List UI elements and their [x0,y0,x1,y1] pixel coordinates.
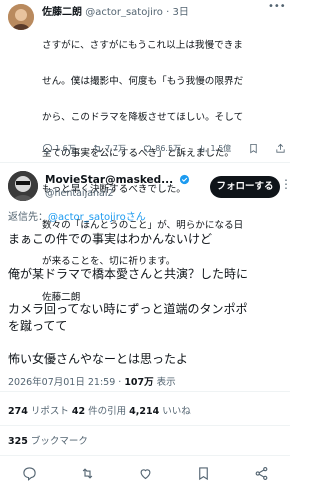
like-button[interactable] [138,466,153,485]
quoted-share-button[interactable] [275,143,286,154]
quote-count[interactable]: 42 [72,406,85,417]
divider [0,425,290,426]
quoted-line: せん。僕は撮影中、何度も「もう我慢の限界だ [42,76,244,87]
divider [0,391,290,392]
tweet-text-line: カメラ回ってない時にずっと道端のタンポポ [8,302,248,316]
bookmark-stats: 325 ブックマーク [8,433,88,447]
verified-badge-icon [179,174,190,185]
tweet-text-line: を蹴ってて [8,319,68,333]
reply-to-handle-link[interactable]: @actor_satojiro [48,212,126,223]
quoted-tweet[interactable]: 佐藤二朗 @actor_satojiro · 3日 ••• さすがに、さすがにも… [0,0,290,303]
bookmark-icon [198,466,208,480]
reply-button[interactable] [22,466,37,485]
reply-to-prefix: 返信先： [8,212,48,223]
heart-icon [140,468,150,479]
like-label[interactable]: いいね [159,406,191,417]
bookmark-button[interactable] [196,466,211,485]
quoted-like-count: 86.5万 [155,143,182,153]
share-button[interactable] [254,466,269,485]
quoted-bookmark-button[interactable] [248,143,259,154]
action-bar [0,463,290,487]
bookmark-label: ブックマーク [27,436,88,447]
quoted-reply-count: 1.6万 [55,143,76,153]
author-handle[interactable]: @hentaijanai2 [45,188,114,199]
author-row: MovieStar@masked... @hentaijanai2 フォローする… [0,163,292,207]
like-count[interactable]: 4,214 [129,406,159,417]
bookmark-count: 325 [8,436,28,447]
retweet-icon [94,144,102,152]
quoted-retweet-count: 7.7万 [105,143,126,153]
quoted-author-avatar[interactable] [8,4,34,30]
engagement-stats: 274 リポスト 42 件の引用 4,214 いいね [8,403,191,417]
quoted-line: から、このドラマを降板させてほしい。そして [42,112,244,123]
reply-icon [42,143,53,154]
view-count: 107万 [124,377,154,388]
tweet-text-line: 怖い女優さんやなーとは思ったよ [8,352,189,366]
quoted-views-button[interactable]: 1.5億 [197,143,231,154]
replying-to: 返信先：@actor_satojiroさん [8,208,146,223]
views-label: 表示 [153,377,176,388]
tweet-text-line: まぁこの件での事実はわかんないけど [8,232,213,246]
share-icon [276,143,285,153]
retweet-button[interactable] [80,466,95,485]
bookmark-icon [249,143,257,153]
timestamp-text: 2026年07月01日 21:59 · [8,377,125,388]
divider [0,455,290,456]
quoted-line: さすがに、さすがにもうこれ以上は我慢できま [42,40,243,51]
quoted-views-count: 1.5億 [210,143,232,153]
quoted-reply-button[interactable]: 1.6万 [42,143,76,154]
views-chart-icon [199,144,208,152]
reply-to-suffix: さん [125,212,146,223]
follow-button[interactable]: フォローする [210,176,280,198]
heart-icon [144,144,152,153]
more-icon[interactable]: ••• [268,1,286,13]
quote-label[interactable]: 件の引用 [85,406,129,417]
retweet-count[interactable]: 274 [8,406,28,417]
quoted-header: 佐藤二朗 @actor_satojiro · 3日 [42,7,189,17]
tweet-text-line: 俺が某ドラマで橋本愛さんと共演？した時に [8,267,249,281]
quoted-actions: 1.6万 7.7万 86.5万 1.5億 [42,141,286,155]
more-options-icon[interactable]: ⋮ [280,176,292,192]
quoted-retweet-button[interactable]: 7.7万 [92,143,126,154]
retweet-label[interactable]: リポスト [28,406,72,417]
author-display-name[interactable]: MovieStar@masked... [45,174,173,186]
retweet-icon [82,467,92,479]
quoted-like-button[interactable]: 86.5万 [142,143,181,154]
tweet-timestamp[interactable]: 2026年07月01日 21:59 · 107万 表示 [8,374,176,388]
reply-icon [22,466,36,481]
share-icon [255,466,267,480]
author-avatar[interactable] [8,171,38,201]
